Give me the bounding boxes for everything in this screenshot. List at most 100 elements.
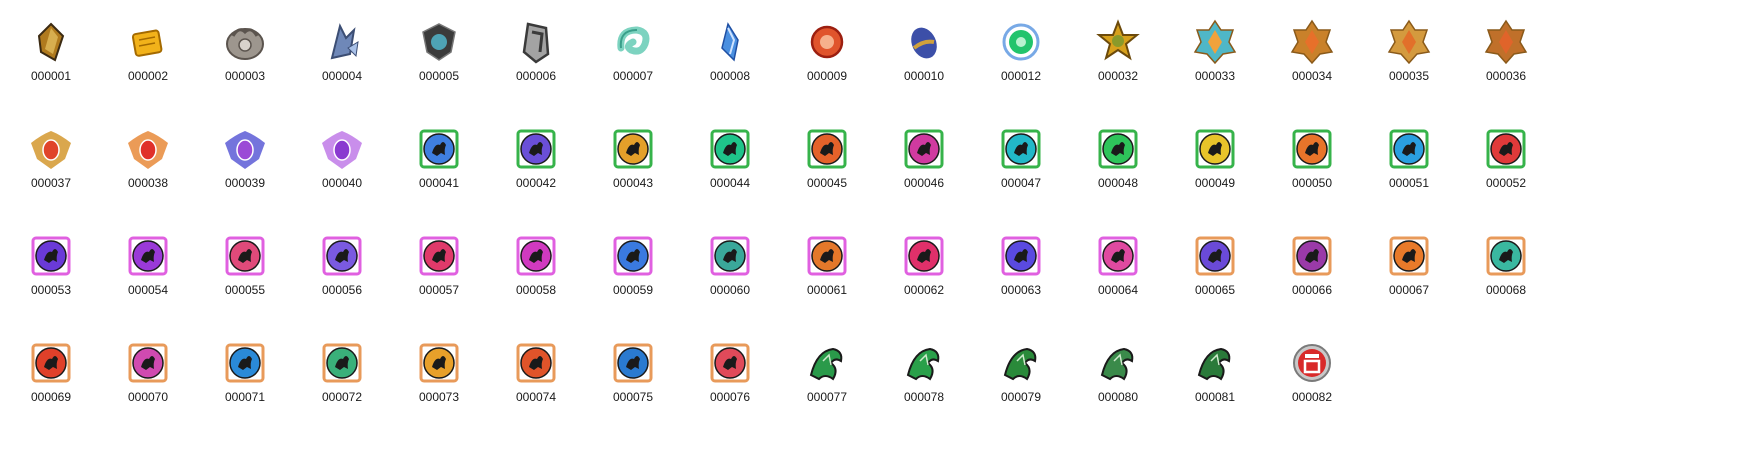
- file-name: 000055: [224, 283, 266, 297]
- file-item[interactable]: 000037: [9, 125, 93, 215]
- blue-shard-icon: [721, 22, 739, 62]
- file-item[interactable]: 000075: [591, 339, 675, 429]
- green-dragon-icon: [906, 347, 940, 381]
- file-item[interactable]: 000058: [494, 232, 578, 322]
- file-name: 000069: [30, 390, 72, 404]
- file-name: 000052: [1485, 176, 1527, 190]
- file-item[interactable]: 000038: [106, 125, 190, 215]
- file-thumbnail: [512, 339, 560, 387]
- file-thumbnail: [609, 232, 657, 280]
- file-item[interactable]: 000053: [9, 232, 93, 322]
- file-name: 000041: [418, 176, 460, 190]
- file-item[interactable]: 000005: [397, 18, 481, 108]
- file-thumbnail: [1482, 18, 1530, 66]
- file-item[interactable]: 000059: [591, 232, 675, 322]
- file-thumbnail: [1288, 232, 1336, 280]
- file-item[interactable]: 000048: [1076, 125, 1160, 215]
- zodiac-icon: [1098, 129, 1138, 169]
- file-item[interactable]: 000051: [1367, 125, 1451, 215]
- file-name: 000054: [127, 283, 169, 297]
- file-item[interactable]: 000001: [9, 18, 93, 108]
- file-thumbnail: [706, 18, 754, 66]
- file-item[interactable]: 000046: [882, 125, 966, 215]
- zodiac-icon: [807, 129, 847, 169]
- file-item[interactable]: 000077: [785, 339, 869, 429]
- file-name: 000038: [127, 176, 169, 190]
- file-item[interactable]: 000065: [1173, 232, 1257, 322]
- file-name: 000043: [612, 176, 654, 190]
- file-item[interactable]: 000069: [9, 339, 93, 429]
- file-item[interactable]: 000004: [300, 18, 384, 108]
- file-item[interactable]: 000003: [203, 18, 287, 108]
- file-item[interactable]: 000056: [300, 232, 384, 322]
- file-item[interactable]: 000073: [397, 339, 481, 429]
- file-item[interactable]: 000007: [591, 18, 675, 108]
- file-item[interactable]: 000032: [1076, 18, 1160, 108]
- crest-icon: [128, 131, 168, 169]
- file-item[interactable]: 000002: [106, 18, 190, 108]
- file-item[interactable]: 000082: [1270, 339, 1354, 429]
- file-item[interactable]: 000060: [688, 232, 772, 322]
- file-name: 000059: [612, 283, 654, 297]
- file-item[interactable]: 000043: [591, 125, 675, 215]
- file-item[interactable]: 000057: [397, 232, 481, 322]
- file-item[interactable]: 000081: [1173, 339, 1257, 429]
- green-dragon-icon: [1003, 347, 1037, 381]
- file-item[interactable]: 000036: [1464, 18, 1548, 108]
- file-item[interactable]: 000034: [1270, 18, 1354, 108]
- zodiac-icon: [1001, 236, 1041, 276]
- file-item[interactable]: 000062: [882, 232, 966, 322]
- file-item[interactable]: 000045: [785, 125, 869, 215]
- file-item[interactable]: 000039: [203, 125, 287, 215]
- file-thumbnail: [1482, 232, 1530, 280]
- zodiac-icon: [225, 343, 265, 383]
- zodiac-icon: [613, 129, 653, 169]
- file-item[interactable]: 000066: [1270, 232, 1354, 322]
- zodiac-icon: [516, 343, 556, 383]
- file-name: 000056: [321, 283, 363, 297]
- file-item[interactable]: 000074: [494, 339, 578, 429]
- file-item[interactable]: 000044: [688, 125, 772, 215]
- file-item[interactable]: 000071: [203, 339, 287, 429]
- file-item[interactable]: 000068: [1464, 232, 1548, 322]
- file-item[interactable]: 000042: [494, 125, 578, 215]
- file-thumbnail: [706, 125, 754, 173]
- file-item[interactable]: 000052: [1464, 125, 1548, 215]
- file-item[interactable]: 000079: [979, 339, 1063, 429]
- file-name: 000080: [1097, 390, 1139, 404]
- file-item[interactable]: 000063: [979, 232, 1063, 322]
- scroll-icon: [131, 29, 163, 57]
- file-thumbnail: [415, 125, 463, 173]
- file-item[interactable]: 000040: [300, 125, 384, 215]
- file-item[interactable]: 000067: [1367, 232, 1451, 322]
- zodiac-icon: [1098, 236, 1138, 276]
- zodiac-icon: [516, 236, 556, 276]
- file-item[interactable]: 000050: [1270, 125, 1354, 215]
- file-item[interactable]: 000061: [785, 232, 869, 322]
- file-thumbnail: [1385, 18, 1433, 66]
- file-item[interactable]: 000054: [106, 232, 190, 322]
- file-item[interactable]: 000008: [688, 18, 772, 108]
- file-item[interactable]: 000010: [882, 18, 966, 108]
- file-item[interactable]: 000012: [979, 18, 1063, 108]
- metal-emblem-icon: [226, 28, 264, 60]
- file-item[interactable]: 000033: [1173, 18, 1257, 108]
- file-item[interactable]: 000041: [397, 125, 481, 215]
- file-thumbnail: [1191, 339, 1239, 387]
- file-item[interactable]: 000035: [1367, 18, 1451, 108]
- star-badge-icon: [1290, 19, 1334, 65]
- file-item[interactable]: 000006: [494, 18, 578, 108]
- file-item[interactable]: 000072: [300, 339, 384, 429]
- file-item[interactable]: 000055: [203, 232, 287, 322]
- file-item[interactable]: 000009: [785, 18, 869, 108]
- file-item[interactable]: 000076: [688, 339, 772, 429]
- file-item[interactable]: 000064: [1076, 232, 1160, 322]
- file-item[interactable]: 000049: [1173, 125, 1257, 215]
- orb-icon: [810, 25, 844, 59]
- file-item[interactable]: 000047: [979, 125, 1063, 215]
- file-item[interactable]: 000080: [1076, 339, 1160, 429]
- file-name: 000068: [1485, 283, 1527, 297]
- file-item[interactable]: 000078: [882, 339, 966, 429]
- file-item[interactable]: 000070: [106, 339, 190, 429]
- file-thumbnail: [900, 125, 948, 173]
